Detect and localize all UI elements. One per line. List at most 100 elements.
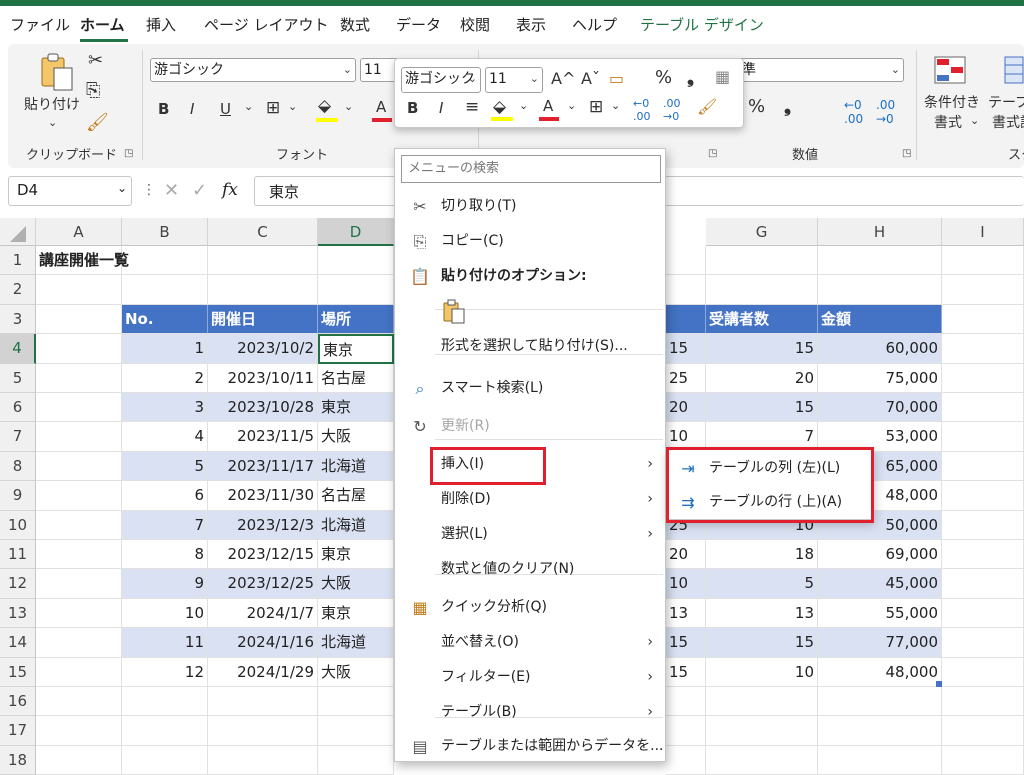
table-header-amount[interactable]: 金額 bbox=[818, 304, 942, 335]
grid-cell[interactable] bbox=[318, 687, 394, 717]
grid-cell[interactable] bbox=[208, 716, 318, 746]
tab-review[interactable]: 校閲 bbox=[460, 14, 490, 35]
row-header-18[interactable]: 18 bbox=[0, 745, 36, 775]
table-cell-date[interactable]: 2024/1/7 bbox=[208, 598, 318, 629]
mini-percent-button[interactable]: % bbox=[655, 67, 672, 88]
underline-dropdown-icon[interactable]: ⌄ bbox=[244, 100, 253, 113]
table-cell-no[interactable]: 11 bbox=[122, 628, 208, 658]
row-header-10[interactable]: 10 bbox=[0, 510, 36, 540]
mini-borders-icon[interactable]: ⊞ bbox=[589, 97, 603, 117]
paste-icon[interactable] bbox=[36, 52, 76, 92]
table-cell-date[interactable]: 2023/11/30 bbox=[208, 481, 318, 511]
menu-item-clear[interactable]: 数式と値のクリア(N) bbox=[395, 552, 665, 587]
table-cell-no[interactable]: 5 bbox=[122, 451, 208, 482]
table-cell-no[interactable]: 9 bbox=[122, 569, 208, 599]
table-cell-date[interactable]: 2023/12/3 bbox=[208, 510, 318, 540]
grid-cell[interactable] bbox=[122, 687, 208, 717]
tab-insert[interactable]: 挿入 bbox=[146, 14, 176, 35]
grid-cell[interactable] bbox=[36, 687, 122, 717]
menu-item-paste-special[interactable]: 形式を選択して貼り付け(S)... bbox=[395, 329, 665, 364]
bold-button[interactable]: B bbox=[158, 100, 169, 118]
table-cell-place[interactable]: 大阪 bbox=[318, 569, 394, 599]
table-cell-date[interactable]: 2023/10/11 bbox=[208, 363, 318, 393]
menu-item-from-table[interactable]: ▤ テーブルまたは範囲からデータを... bbox=[395, 729, 665, 764]
row-header-3[interactable]: 3 bbox=[0, 304, 36, 335]
menu-item-delete[interactable]: 削除(D) › bbox=[395, 482, 665, 517]
mini-decrease-decimal-icon[interactable]: .00 →0 bbox=[663, 97, 681, 123]
grid-cell[interactable] bbox=[818, 745, 942, 775]
underline-button[interactable]: U bbox=[220, 100, 231, 118]
tab-table-design[interactable]: テーブル デザイン bbox=[640, 14, 764, 35]
grid-cell[interactable] bbox=[818, 275, 942, 305]
mini-fill-color-icon[interactable]: ⬙ bbox=[493, 97, 506, 117]
grid-cell[interactable] bbox=[942, 304, 1024, 335]
row-header-2[interactable]: 2 bbox=[0, 275, 36, 305]
table-cell-f[interactable]: 15 bbox=[666, 657, 706, 687]
table-cell-f[interactable]: 10 bbox=[666, 569, 706, 599]
conditional-format-button[interactable]: 条件付き bbox=[924, 92, 980, 112]
grid-cell[interactable] bbox=[36, 540, 122, 570]
row-header-9[interactable]: 9 bbox=[0, 481, 36, 511]
paste-dropdown-icon[interactable]: ⌄ bbox=[48, 116, 57, 129]
grid-cell[interactable] bbox=[942, 422, 1024, 452]
grid-cell[interactable] bbox=[36, 451, 122, 482]
menu-item-table[interactable]: テーブル(B) › bbox=[395, 695, 665, 730]
borders-dropdown-icon[interactable]: ⌄ bbox=[288, 100, 297, 113]
table-cell-place[interactable]: 東京 bbox=[318, 598, 394, 629]
table-cell-no[interactable]: 7 bbox=[122, 510, 208, 540]
font-color-button[interactable]: A bbox=[376, 98, 386, 116]
format-painter-icon[interactable]: 🖌 bbox=[86, 112, 109, 133]
table-cell-place[interactable]: 東京 bbox=[318, 540, 394, 570]
grid-cell[interactable] bbox=[36, 628, 122, 658]
grid-cell[interactable] bbox=[942, 628, 1024, 658]
menu-item-cut[interactable]: ✂ 切り取り(T) bbox=[395, 189, 665, 224]
grid-cell[interactable] bbox=[318, 745, 394, 775]
mini-font-name-combo[interactable]: 游ゴシック ⌄ bbox=[401, 67, 481, 93]
fill-color-icon[interactable]: ⬙ bbox=[318, 96, 331, 116]
grid-cell[interactable] bbox=[706, 745, 818, 775]
table-cell-attendees[interactable]: 20 bbox=[706, 363, 818, 393]
table-cell-no[interactable]: 1 bbox=[122, 334, 208, 364]
row-header-12[interactable]: 12 bbox=[0, 569, 36, 599]
table-cell-date[interactable]: 2023/10/2 bbox=[208, 334, 318, 364]
grid-cell[interactable] bbox=[942, 246, 1024, 276]
table-cell-amount[interactable]: 45,000 bbox=[818, 569, 942, 599]
table-cell-f[interactable]: 13 bbox=[666, 598, 706, 629]
grid-cell[interactable] bbox=[318, 246, 394, 276]
column-header-h[interactable]: H bbox=[818, 218, 942, 246]
increase-decimal-icon[interactable]: ←0.00 bbox=[844, 98, 863, 126]
table-cell-place[interactable]: 北海道 bbox=[318, 451, 394, 482]
mini-font-size-combo[interactable]: 11 ⌄ bbox=[485, 67, 543, 93]
select-all-corner[interactable] bbox=[0, 218, 36, 246]
grid-cell[interactable] bbox=[318, 716, 394, 746]
table-cell-amount[interactable]: 55,000 bbox=[818, 598, 942, 629]
table-cell-place[interactable]: 大阪 bbox=[318, 657, 394, 687]
shrink-font-icon[interactable]: Aˇ bbox=[581, 69, 600, 88]
clipboard-launcher-icon[interactable]: ◳ bbox=[124, 148, 133, 159]
column-header-c[interactable]: C bbox=[208, 218, 318, 246]
mini-italic-button[interactable]: I bbox=[439, 99, 443, 117]
grid-cell[interactable] bbox=[942, 745, 1024, 775]
table-cell-no[interactable]: 8 bbox=[122, 540, 208, 570]
cut-icon[interactable]: ✂ bbox=[88, 50, 103, 71]
table-cell-date[interactable]: 2023/12/15 bbox=[208, 540, 318, 570]
grid-cell[interactable] bbox=[942, 569, 1024, 599]
grid-cell[interactable] bbox=[666, 275, 706, 305]
font-name-combo[interactable]: 游ゴシック ⌄ bbox=[150, 58, 356, 82]
table-header-date[interactable]: 開催日 bbox=[208, 304, 318, 335]
grid-cell[interactable] bbox=[706, 246, 818, 276]
grid-cell[interactable] bbox=[706, 687, 818, 717]
paste-option-icon[interactable] bbox=[441, 299, 467, 325]
grid-cell[interactable] bbox=[208, 745, 318, 775]
percent-button[interactable]: % bbox=[748, 96, 765, 117]
format-table-icon[interactable]: ▦ bbox=[715, 67, 730, 86]
row-header-15[interactable]: 15 bbox=[0, 657, 36, 687]
fill-dropdown-icon[interactable]: ⌄ bbox=[344, 100, 353, 113]
grid-cell[interactable] bbox=[666, 716, 706, 746]
decrease-decimal-icon[interactable]: .00 →0 bbox=[876, 98, 895, 126]
grid-cell[interactable] bbox=[208, 246, 318, 276]
row-header-6[interactable]: 6 bbox=[0, 393, 36, 423]
table-cell-date[interactable]: 2023/11/5 bbox=[208, 422, 318, 452]
table-cell-place[interactable]: 大阪 bbox=[318, 422, 394, 452]
grid-cell[interactable] bbox=[208, 687, 318, 717]
